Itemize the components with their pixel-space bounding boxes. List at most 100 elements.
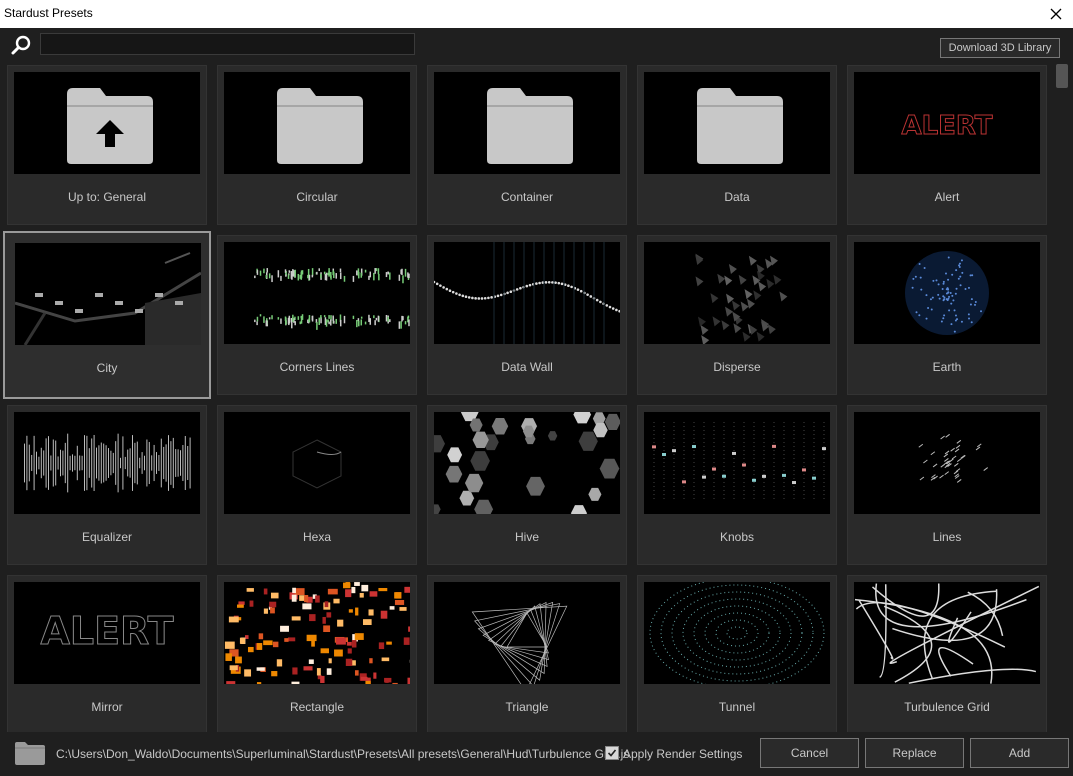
replace-button[interactable]: Replace [865, 738, 964, 768]
folder-icon [277, 88, 363, 164]
apply-render-settings-label[interactable]: Apply Render Settings [623, 747, 742, 761]
tile-label: Hexa [302, 530, 331, 544]
preset-thumbnail-icon [15, 252, 201, 345]
folder-icon [487, 88, 573, 164]
preset-tile-container[interactable]: Container [427, 65, 627, 225]
tile-thumbnail [434, 582, 620, 684]
apply-render-settings-checkbox[interactable] [605, 746, 619, 760]
preset-thumbnail-icon [292, 439, 342, 489]
tile-thumbnail [644, 582, 830, 684]
tile-label: Data Wall [501, 360, 553, 374]
close-icon[interactable] [1050, 8, 1062, 20]
preset-thumbnail-icon [224, 582, 410, 684]
preset-tile-hexa[interactable]: Hexa [217, 405, 417, 565]
tile-thumbnail: ALERT [854, 72, 1040, 174]
tile-label: Equalizer [81, 530, 133, 544]
add-button[interactable]: Add [970, 738, 1069, 768]
tile-thumbnail [224, 242, 410, 344]
tile-label: Turbulence Grid [904, 700, 990, 714]
preset-thumbnail-icon [905, 251, 989, 335]
tile-label: City [96, 361, 118, 375]
tile-thumbnail [434, 72, 620, 174]
tile-thumbnail [434, 412, 620, 514]
preset-thumbnail-icon [254, 268, 410, 330]
checkmark-icon [607, 749, 617, 757]
tile-label: Rectangle [289, 700, 345, 714]
tile-label: Earth [932, 360, 962, 374]
toolbar: Download 3D Library [0, 28, 1073, 62]
preset-grid: Up to: General Circular Container Data AL… [0, 62, 1052, 732]
tile-thumbnail [854, 582, 1040, 684]
thumbnail-text: ALERT [901, 111, 992, 141]
preset-tile-disperse[interactable]: Disperse [637, 235, 837, 395]
scrollbar-thumb[interactable] [1056, 64, 1068, 88]
preset-thumbnail-icon [471, 601, 568, 684]
search-icon[interactable] [10, 34, 32, 56]
preset-thumbnail-icon [652, 422, 826, 502]
preset-thumbnail-icon [434, 412, 620, 514]
preset-tile-mirror[interactable]: ALERT Mirror [7, 575, 207, 732]
preset-tile-circular[interactable]: Circular [217, 65, 417, 225]
tile-thumbnail: ALERT [14, 582, 200, 684]
tile-thumbnail [854, 242, 1040, 344]
preset-tile-turbulence-grid[interactable]: Turbulence Grid [847, 575, 1047, 732]
preset-path: C:\Users\Don_Waldo\Documents\Superlumina… [56, 747, 630, 761]
folder-icon [697, 88, 783, 164]
title-bar: Stardust Presets [0, 0, 1073, 28]
preset-tile-corners-lines[interactable]: Corners Lines [217, 235, 417, 395]
preset-thumbnail-icon [24, 433, 191, 493]
footer: C:\Users\Don_Waldo\Documents\Superlumina… [0, 732, 1073, 776]
folder-icon[interactable] [14, 740, 46, 766]
tile-thumbnail [644, 242, 830, 344]
preset-thumbnail-icon [918, 433, 989, 483]
vertical-scrollbar[interactable] [1052, 62, 1073, 732]
tile-label: Tunnel [718, 700, 756, 714]
preset-tile-up-to-general[interactable]: Up to: General [7, 65, 207, 225]
close-button[interactable] [1039, 0, 1073, 28]
tile-label: Alert [934, 190, 960, 204]
tile-label: Hive [514, 530, 539, 544]
tile-label: Lines [932, 530, 962, 544]
preset-tile-knobs[interactable]: Knobs [637, 405, 837, 565]
tile-label: Up to: General [67, 190, 147, 204]
tile-thumbnail [15, 243, 201, 345]
tile-thumbnail [14, 72, 200, 174]
tile-thumbnail [644, 412, 830, 514]
preset-tile-tunnel[interactable]: Tunnel [637, 575, 837, 732]
tile-label: Knobs [719, 530, 755, 544]
folder-up-icon [67, 88, 153, 164]
download-3d-library-button[interactable]: Download 3D Library [940, 38, 1060, 58]
preset-tile-equalizer[interactable]: Equalizer [7, 405, 207, 565]
preset-thumbnail-icon [649, 582, 825, 684]
preset-tile-data-wall[interactable]: Data Wall [427, 235, 627, 395]
tile-label: Corners Lines [279, 360, 355, 374]
preset-tile-alert[interactable]: ALERT Alert [847, 65, 1047, 225]
window-title: Stardust Presets [4, 6, 93, 20]
preset-tile-city[interactable]: City [3, 231, 211, 399]
tile-label: Triangle [505, 700, 549, 714]
thumbnail-text: ALERT [40, 609, 173, 653]
tile-thumbnail [854, 412, 1040, 514]
tile-thumbnail [14, 412, 200, 514]
tile-thumbnail [224, 412, 410, 514]
preset-tile-hive[interactable]: Hive [427, 405, 627, 565]
preset-tile-data[interactable]: Data [637, 65, 837, 225]
tile-label: Mirror [91, 700, 123, 714]
tile-label: Disperse [713, 360, 761, 374]
preset-thumbnail-icon [695, 253, 788, 344]
cancel-button[interactable]: Cancel [760, 738, 859, 768]
tile-thumbnail [434, 242, 620, 344]
tile-label: Container [500, 190, 554, 204]
tile-thumbnail [644, 72, 830, 174]
preset-thumbnail-icon [434, 242, 620, 344]
preset-thumbnail-icon: ALERT [901, 111, 993, 142]
preset-tile-earth[interactable]: Earth [847, 235, 1047, 395]
preset-tile-lines[interactable]: Lines [847, 405, 1047, 565]
preset-tile-triangle[interactable]: Triangle [427, 575, 627, 732]
preset-tile-rectangle[interactable]: Rectangle [217, 575, 417, 732]
preset-thumbnail-icon [854, 583, 1040, 684]
search-input[interactable] [40, 33, 415, 55]
tile-label: Data [724, 190, 750, 204]
tile-thumbnail [224, 582, 410, 684]
tile-thumbnail [224, 72, 410, 174]
